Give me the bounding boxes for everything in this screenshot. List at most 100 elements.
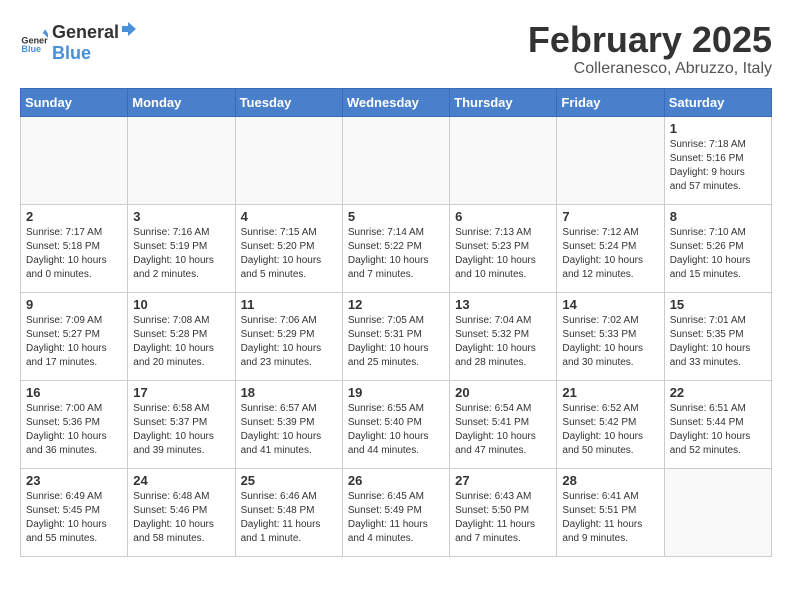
logo-icon: General Blue xyxy=(20,28,48,56)
day-cell: 25 Sunrise: 6:46 AM Sunset: 5:48 PM Dayli… xyxy=(235,468,342,556)
day-info: Sunrise: 7:18 AM Sunset: 5:16 PM Dayligh… xyxy=(670,138,766,194)
day-info: Sunrise: 7:06 AM Sunset: 5:29 PM Dayligh… xyxy=(241,314,337,370)
logo-arrow-icon xyxy=(120,20,138,38)
day-number: 17 xyxy=(133,385,229,400)
day-number: 28 xyxy=(562,473,658,488)
day-info: Sunrise: 7:16 AM Sunset: 5:19 PM Dayligh… xyxy=(133,226,229,282)
page-header: General Blue General Blue February 2025 … xyxy=(20,20,772,78)
day-number: 2 xyxy=(26,209,122,224)
day-number: 8 xyxy=(670,209,766,224)
svg-text:Blue: Blue xyxy=(21,44,41,54)
day-cell: 26 Sunrise: 6:45 AM Sunset: 5:49 PM Dayli… xyxy=(342,468,449,556)
day-info: Sunrise: 7:10 AM Sunset: 5:26 PM Dayligh… xyxy=(670,226,766,282)
day-cell: 22 Sunrise: 6:51 AM Sunset: 5:44 PM Dayli… xyxy=(664,380,771,468)
day-cell: 19 Sunrise: 6:55 AM Sunset: 5:40 PM Dayli… xyxy=(342,380,449,468)
calendar-subtitle: Colleranesco, Abruzzo, Italy xyxy=(528,60,772,78)
day-info: Sunrise: 6:54 AM Sunset: 5:41 PM Dayligh… xyxy=(455,402,551,458)
day-cell: 9 Sunrise: 7:09 AM Sunset: 5:27 PM Daylig… xyxy=(21,292,128,380)
day-info: Sunrise: 6:43 AM Sunset: 5:50 PM Dayligh… xyxy=(455,490,551,546)
logo-text-general: General xyxy=(52,22,119,43)
day-info: Sunrise: 7:05 AM Sunset: 5:31 PM Dayligh… xyxy=(348,314,444,370)
weekday-header-tuesday: Tuesday xyxy=(235,88,342,116)
day-number: 16 xyxy=(26,385,122,400)
day-cell: 23Sunrise: 6:49 AM Sunset: 5:45 PM Dayli… xyxy=(21,468,128,556)
day-cell: 15 Sunrise: 7:01 AM Sunset: 5:35 PM Dayli… xyxy=(664,292,771,380)
day-cell: 7Sunrise: 7:12 AM Sunset: 5:24 PM Daylig… xyxy=(557,204,664,292)
day-info: Sunrise: 7:02 AM Sunset: 5:33 PM Dayligh… xyxy=(562,314,658,370)
logo: General Blue General Blue xyxy=(20,20,139,64)
day-number: 21 xyxy=(562,385,658,400)
day-number: 24 xyxy=(133,473,229,488)
day-number: 25 xyxy=(241,473,337,488)
day-cell: 4 Sunrise: 7:15 AM Sunset: 5:20 PM Daylig… xyxy=(235,204,342,292)
day-info: Sunrise: 7:17 AM Sunset: 5:18 PM Dayligh… xyxy=(26,226,122,282)
day-cell xyxy=(342,116,449,204)
day-number: 23 xyxy=(26,473,122,488)
day-cell: 28 Sunrise: 6:41 AM Sunset: 5:51 PM Dayli… xyxy=(557,468,664,556)
day-cell: 3 Sunrise: 7:16 AM Sunset: 5:19 PM Daylig… xyxy=(128,204,235,292)
day-info: Sunrise: 7:01 AM Sunset: 5:35 PM Dayligh… xyxy=(670,314,766,370)
day-info: Sunrise: 7:00 AM Sunset: 5:36 PM Dayligh… xyxy=(26,402,122,458)
weekday-header-thursday: Thursday xyxy=(450,88,557,116)
weekday-header-monday: Monday xyxy=(128,88,235,116)
weekday-header-sunday: Sunday xyxy=(21,88,128,116)
day-cell: 14 Sunrise: 7:02 AM Sunset: 5:33 PM Dayli… xyxy=(557,292,664,380)
calendar-table: SundayMondayTuesdayWednesdayThursdayFrid… xyxy=(20,88,772,557)
day-number: 3 xyxy=(133,209,229,224)
day-info: Sunrise: 7:08 AM Sunset: 5:28 PM Dayligh… xyxy=(133,314,229,370)
day-number: 14 xyxy=(562,297,658,312)
day-cell: 16 Sunrise: 7:00 AM Sunset: 5:36 PM Dayli… xyxy=(21,380,128,468)
day-cell: 20 Sunrise: 6:54 AM Sunset: 5:41 PM Dayli… xyxy=(450,380,557,468)
day-info: Sunrise: 6:45 AM Sunset: 5:49 PM Dayligh… xyxy=(348,490,444,546)
day-number: 20 xyxy=(455,385,551,400)
day-info: Sunrise: 6:55 AM Sunset: 5:40 PM Dayligh… xyxy=(348,402,444,458)
day-cell xyxy=(557,116,664,204)
title-block: February 2025 Colleranesco, Abruzzo, Ita… xyxy=(528,20,772,78)
day-info: Sunrise: 6:46 AM Sunset: 5:48 PM Dayligh… xyxy=(241,490,337,546)
week-row-4: 16 Sunrise: 7:00 AM Sunset: 5:36 PM Dayli… xyxy=(21,380,772,468)
week-row-1: 1 Sunrise: 7:18 AM Sunset: 5:16 PM Daylig… xyxy=(21,116,772,204)
day-cell: 5 Sunrise: 7:14 AM Sunset: 5:22 PM Daylig… xyxy=(342,204,449,292)
day-info: Sunrise: 7:14 AM Sunset: 5:22 PM Dayligh… xyxy=(348,226,444,282)
day-cell: 8 Sunrise: 7:10 AM Sunset: 5:26 PM Daylig… xyxy=(664,204,771,292)
day-number: 10 xyxy=(133,297,229,312)
day-number: 1 xyxy=(670,121,766,136)
day-cell: 2 Sunrise: 7:17 AM Sunset: 5:18 PM Daylig… xyxy=(21,204,128,292)
day-info: Sunrise: 7:15 AM Sunset: 5:20 PM Dayligh… xyxy=(241,226,337,282)
logo-text-blue: Blue xyxy=(52,43,91,63)
week-row-5: 23Sunrise: 6:49 AM Sunset: 5:45 PM Dayli… xyxy=(21,468,772,556)
weekday-header-row: SundayMondayTuesdayWednesdayThursdayFrid… xyxy=(21,88,772,116)
day-number: 7 xyxy=(562,209,658,224)
calendar-title: February 2025 xyxy=(528,20,772,60)
day-number: 5 xyxy=(348,209,444,224)
day-number: 18 xyxy=(241,385,337,400)
day-info: Sunrise: 6:57 AM Sunset: 5:39 PM Dayligh… xyxy=(241,402,337,458)
day-cell: 1 Sunrise: 7:18 AM Sunset: 5:16 PM Daylig… xyxy=(664,116,771,204)
day-cell: 11Sunrise: 7:06 AM Sunset: 5:29 PM Dayli… xyxy=(235,292,342,380)
day-number: 19 xyxy=(348,385,444,400)
day-number: 13 xyxy=(455,297,551,312)
day-number: 12 xyxy=(348,297,444,312)
day-number: 26 xyxy=(348,473,444,488)
weekday-header-wednesday: Wednesday xyxy=(342,88,449,116)
day-number: 27 xyxy=(455,473,551,488)
day-info: Sunrise: 6:51 AM Sunset: 5:44 PM Dayligh… xyxy=(670,402,766,458)
week-row-3: 9 Sunrise: 7:09 AM Sunset: 5:27 PM Daylig… xyxy=(21,292,772,380)
day-number: 9 xyxy=(26,297,122,312)
day-number: 15 xyxy=(670,297,766,312)
day-cell: 21 Sunrise: 6:52 AM Sunset: 5:42 PM Dayli… xyxy=(557,380,664,468)
day-number: 6 xyxy=(455,209,551,224)
day-cell: 10 Sunrise: 7:08 AM Sunset: 5:28 PM Dayli… xyxy=(128,292,235,380)
day-info: Sunrise: 6:52 AM Sunset: 5:42 PM Dayligh… xyxy=(562,402,658,458)
day-cell xyxy=(664,468,771,556)
day-cell xyxy=(128,116,235,204)
day-number: 22 xyxy=(670,385,766,400)
day-cell: 13Sunrise: 7:04 AM Sunset: 5:32 PM Dayli… xyxy=(450,292,557,380)
day-info: Sunrise: 7:09 AM Sunset: 5:27 PM Dayligh… xyxy=(26,314,122,370)
day-info: Sunrise: 6:48 AM Sunset: 5:46 PM Dayligh… xyxy=(133,490,229,546)
day-cell xyxy=(450,116,557,204)
week-row-2: 2 Sunrise: 7:17 AM Sunset: 5:18 PM Daylig… xyxy=(21,204,772,292)
day-info: Sunrise: 6:41 AM Sunset: 5:51 PM Dayligh… xyxy=(562,490,658,546)
day-cell: 17Sunrise: 6:58 AM Sunset: 5:37 PM Dayli… xyxy=(128,380,235,468)
day-number: 4 xyxy=(241,209,337,224)
